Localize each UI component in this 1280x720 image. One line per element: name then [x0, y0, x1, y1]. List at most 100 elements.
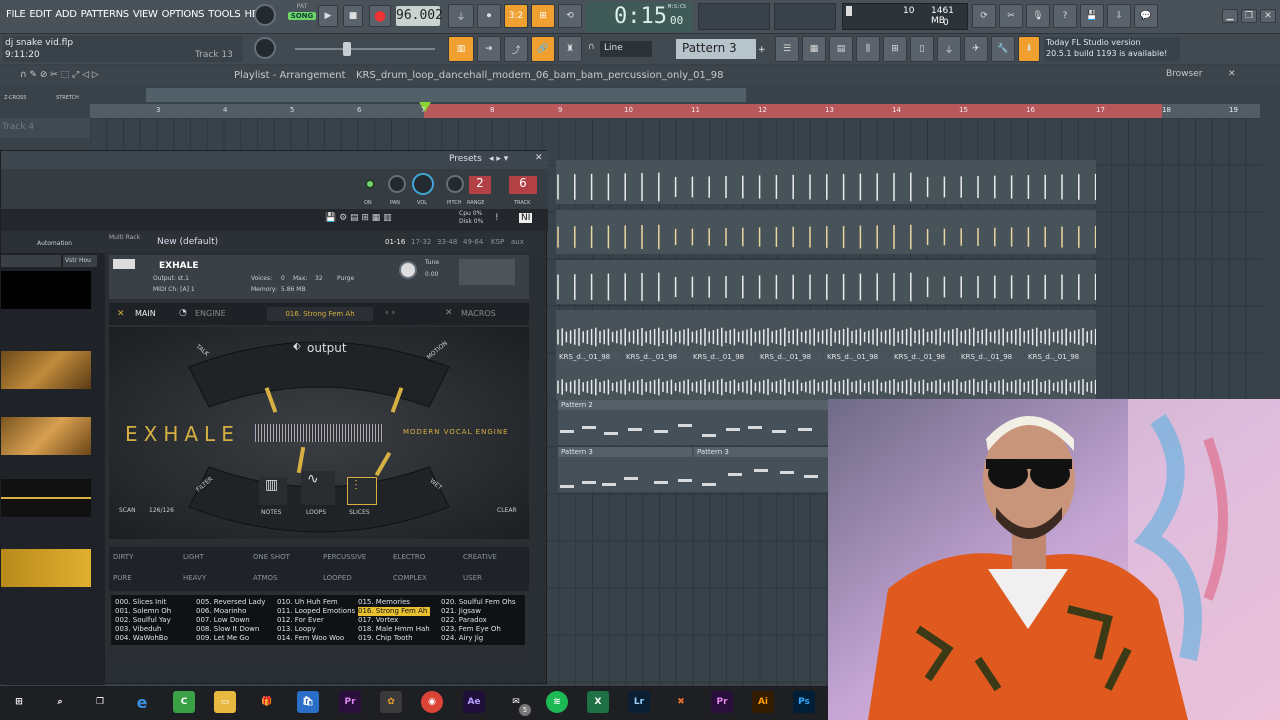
preset-item[interactable]: 017. Vortex — [358, 616, 430, 625]
pan-knob[interactable] — [388, 175, 406, 193]
audio-clip[interactable]: KRS_d.._01_98 — [556, 352, 622, 362]
gift-icon[interactable]: 🎁 — [256, 691, 278, 713]
stop-button[interactable]: ■ — [343, 5, 363, 27]
page-tab[interactable]: aux — [511, 238, 524, 246]
midi-label[interactable]: MIDI Ch: [A] 1 — [153, 286, 195, 293]
spotify-icon[interactable]: ≋ — [546, 691, 568, 713]
keyboard-typing-button[interactable]: ▥ — [448, 36, 474, 62]
tag-filter[interactable]: ATMOS — [253, 574, 278, 582]
menu-tools[interactable]: TOOLS — [208, 9, 241, 20]
presets-label[interactable]: Presets — [449, 154, 482, 164]
tag-filter[interactable]: USER — [463, 574, 482, 582]
main-tab[interactable]: MAIN — [135, 309, 156, 318]
page-tab[interactable]: 33-48 — [437, 238, 457, 246]
tempo-display[interactable]: 96.002 — [396, 6, 443, 26]
kontakt-toolbar-icons[interactable]: 💾 ⚙ ▤ ⊞ ▦ ▥ — [325, 213, 392, 223]
loops-mode-button[interactable]: ∿ — [301, 471, 335, 505]
preset-item[interactable]: 011. Looped Emotions — [277, 607, 355, 616]
snap-selector[interactable]: Line — [600, 41, 652, 57]
preset-item[interactable]: 024. Airy Jig — [441, 634, 516, 643]
preset-item[interactable]: 001. Solemn Oh — [115, 607, 171, 616]
preset-item[interactable]: 022. Paradox — [441, 616, 516, 625]
menu-edit[interactable]: EDIT — [29, 9, 51, 20]
preset-item[interactable]: 007. Low Down — [196, 616, 265, 625]
output-label[interactable]: Output: st.1 — [153, 275, 189, 282]
preset-item[interactable]: 023. Fem Eye Oh — [441, 625, 516, 634]
lightroom-icon[interactable]: Lr — [628, 691, 650, 713]
maximize-button[interactable]: ❐ — [1241, 9, 1257, 23]
current-preset[interactable]: 016. Strong Fem Ah — [267, 307, 373, 321]
page-tab[interactable]: 01-16 — [385, 238, 405, 246]
loop-record-button[interactable]: ⟲ — [558, 4, 582, 28]
audio-clip[interactable]: KRS_d.._01_98 — [958, 352, 1024, 362]
preset-item[interactable]: 008. Slow It Down — [196, 625, 265, 634]
library-tile-5[interactable] — [1, 549, 91, 587]
piano-roll-button[interactable]: ▦ — [802, 36, 826, 62]
preset-item[interactable]: 019. Chip Tooth — [358, 634, 430, 643]
wrench-button[interactable]: 🔧 — [991, 36, 1015, 62]
windows-icon[interactable]: ⊞ — [8, 691, 30, 713]
volume-knob[interactable] — [412, 173, 434, 195]
premiere2-icon[interactable]: Pr — [711, 691, 733, 713]
page-tab[interactable]: 17-32 — [411, 238, 431, 246]
help-button[interactable]: ? — [1053, 4, 1077, 28]
preset-item[interactable]: 015. Memories — [358, 598, 430, 607]
time-display[interactable]: 0:15 M:S:CS 00 — [586, 2, 692, 32]
minimize-button[interactable]: ▁ — [1222, 9, 1238, 23]
library-tile-1[interactable] — [1, 271, 91, 309]
pitch-knob[interactable] — [446, 175, 464, 193]
notes-mode-button[interactable]: ▥ — [259, 477, 287, 505]
step-button[interactable]: ➜ — [477, 36, 501, 62]
tag-filter[interactable]: DIRTY — [113, 553, 133, 561]
master-slider-thumb[interactable] — [343, 42, 351, 56]
purge-button[interactable]: Purge — [337, 275, 354, 282]
playlist-close-icon[interactable]: ✕ — [1228, 69, 1236, 79]
play-button[interactable]: ▶ — [318, 5, 338, 27]
on-led[interactable] — [365, 179, 375, 189]
mixer-track[interactable]: 6 — [509, 176, 537, 194]
audio-clip[interactable]: KRS_d.._01_98 — [891, 352, 957, 362]
playlist-button[interactable]: ☰ — [775, 36, 799, 62]
record-button[interactable]: ● — [369, 5, 391, 27]
menu-file[interactable]: FILE — [6, 9, 26, 20]
preset-item[interactable]: 012. For Ever — [277, 616, 355, 625]
download-button[interactable]: ⬇ — [1018, 36, 1040, 62]
mixer-button[interactable]: ⫼ — [856, 36, 880, 62]
multi-name[interactable]: New (default) — [157, 237, 218, 247]
preset-item[interactable]: 006. Moarinho — [196, 607, 265, 616]
news-panel[interactable]: Today FL Studio version 20.5.1 build 119… — [1044, 37, 1180, 61]
preset-item[interactable]: 000. Slices Init — [115, 598, 171, 607]
store-icon[interactable]: 🛍 — [297, 691, 319, 713]
menu-patterns[interactable]: PATTERNS — [81, 9, 130, 20]
fl-studio-icon[interactable]: ✿ — [380, 691, 402, 713]
pattern-selector[interactable]: Pattern 3 — [676, 39, 756, 59]
tag-filter[interactable]: ELECTRO — [393, 553, 425, 561]
save-button[interactable]: 💾 — [1080, 4, 1104, 28]
premiere-icon[interactable]: Pr — [339, 691, 361, 713]
after-effects-icon[interactable]: Ae — [463, 691, 485, 713]
snap-link-button[interactable]: 🔗 — [531, 36, 555, 62]
preset-item[interactable]: 013. Loopy — [277, 625, 355, 634]
instrument-name[interactable]: EXHALE — [159, 261, 198, 271]
app-icon[interactable]: ✖ — [670, 691, 692, 713]
channel-rack-button[interactable]: ▤ — [829, 36, 853, 62]
library-tile-4[interactable] — [1, 479, 91, 517]
page-tab[interactable]: 49-64 — [463, 238, 483, 246]
browser-search[interactable] — [1, 255, 61, 267]
project-button[interactable]: ▯ — [910, 36, 934, 62]
audio-clip[interactable]: KRS_d.._01_98 — [623, 352, 689, 362]
preset-item[interactable]: 021. Jigsaw — [441, 607, 516, 616]
master-pitch-knob[interactable] — [254, 37, 276, 59]
playlist-tools-icons[interactable]: ∩ ✎ ⊘ ✂ ⬚ ⤢ ◁ ▷ — [20, 70, 99, 80]
menu-options[interactable]: OPTIONS — [162, 9, 205, 20]
audio-clip[interactable]: KRS_d.._01_98 — [1025, 352, 1096, 362]
pitch-range[interactable]: 2 — [469, 176, 491, 194]
preset-nav-icons[interactable]: ◂ ▸ ▾ — [489, 154, 508, 164]
task-view-icon[interactable]: ❐ — [89, 691, 111, 713]
tag-filter[interactable]: PERCUSSIVE — [323, 553, 366, 561]
explorer-icon[interactable]: ▭ — [214, 691, 236, 713]
audio-clip[interactable]: KRS_d.._01_98 — [757, 352, 823, 362]
max-value[interactable]: 32 — [315, 275, 323, 282]
library-tile-3[interactable] — [1, 417, 91, 455]
page-tab[interactable]: KSP — [491, 238, 504, 246]
